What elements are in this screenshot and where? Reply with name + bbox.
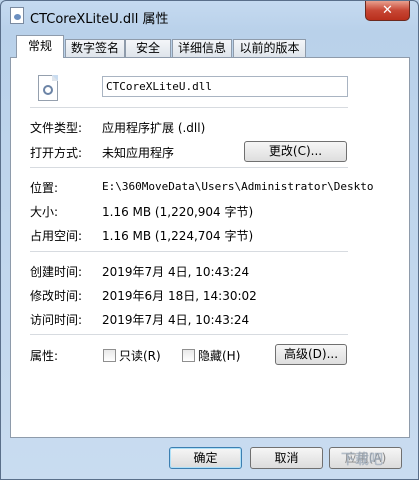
advanced-button[interactable]: 高级(D)... [275,344,347,365]
location-value: E:\360MoveData\Users\Administrator\Deskt… [102,180,374,193]
hidden-label[interactable]: 隐藏(H) [198,347,240,364]
open-with-value: 未知应用程序 [102,146,175,160]
cancel-button[interactable]: 取消 [250,447,323,469]
dll-file-icon [38,75,58,101]
change-button[interactable]: 更改(C)... [244,141,347,162]
general-panel [10,57,410,438]
tab-security[interactable]: 安全 [125,39,171,58]
attributes-label: 属性: [30,349,59,363]
created-label: 创建时间: [30,265,83,279]
location-label: 位置: [30,181,59,195]
accessed-value: 2019年7月 4日, 10:43:24 [102,313,250,327]
window-title: CTCoreXLiteU.dll 属性 [30,12,169,27]
properties-window: CTCoreXLiteU.dll 属性 ✕ 常规 数字签名 安全 详细信息 以前… [0,0,419,480]
readonly-checkbox[interactable] [103,349,116,362]
hidden-checkbox[interactable] [182,349,195,362]
created-value: 2019年7月 4日, 10:43:24 [102,265,250,279]
separator [30,334,348,335]
size-value: 1.16 MB (1,220,904 字节) [102,205,254,219]
ok-button[interactable]: 确定 [169,447,242,469]
tab-general[interactable]: 常规 [16,35,64,58]
watermark-logo: 下载吧 [341,452,383,468]
separator [30,107,348,108]
file-type-label: 文件类型: [30,121,83,135]
close-button[interactable]: ✕ [365,1,410,21]
separator [30,251,348,252]
tab-previous-versions[interactable]: 以前的版本 [233,39,306,58]
file-name-input[interactable]: CTCoreXLiteU.dll [102,76,348,97]
modified-value: 2019年6月 18日, 14:30:02 [102,289,257,303]
modified-label: 修改时间: [30,289,83,303]
title-bar[interactable]: CTCoreXLiteU.dll 属性 ✕ [1,1,419,31]
readonly-label[interactable]: 只读(R) [119,347,161,364]
open-with-label: 打开方式: [30,146,83,160]
file-icon [10,7,24,24]
file-type-value: 应用程序扩展 (.dll) [102,121,206,135]
accessed-label: 访问时间: [30,313,83,327]
size-label: 大小: [30,205,59,219]
size-on-disk-label: 占用空间: [30,229,83,243]
tab-details[interactable]: 详细信息 [172,39,232,58]
tab-digital-signatures[interactable]: 数字签名 [65,39,125,58]
size-on-disk-value: 1.16 MB (1,224,704 字节) [102,229,254,243]
separator [30,167,348,168]
